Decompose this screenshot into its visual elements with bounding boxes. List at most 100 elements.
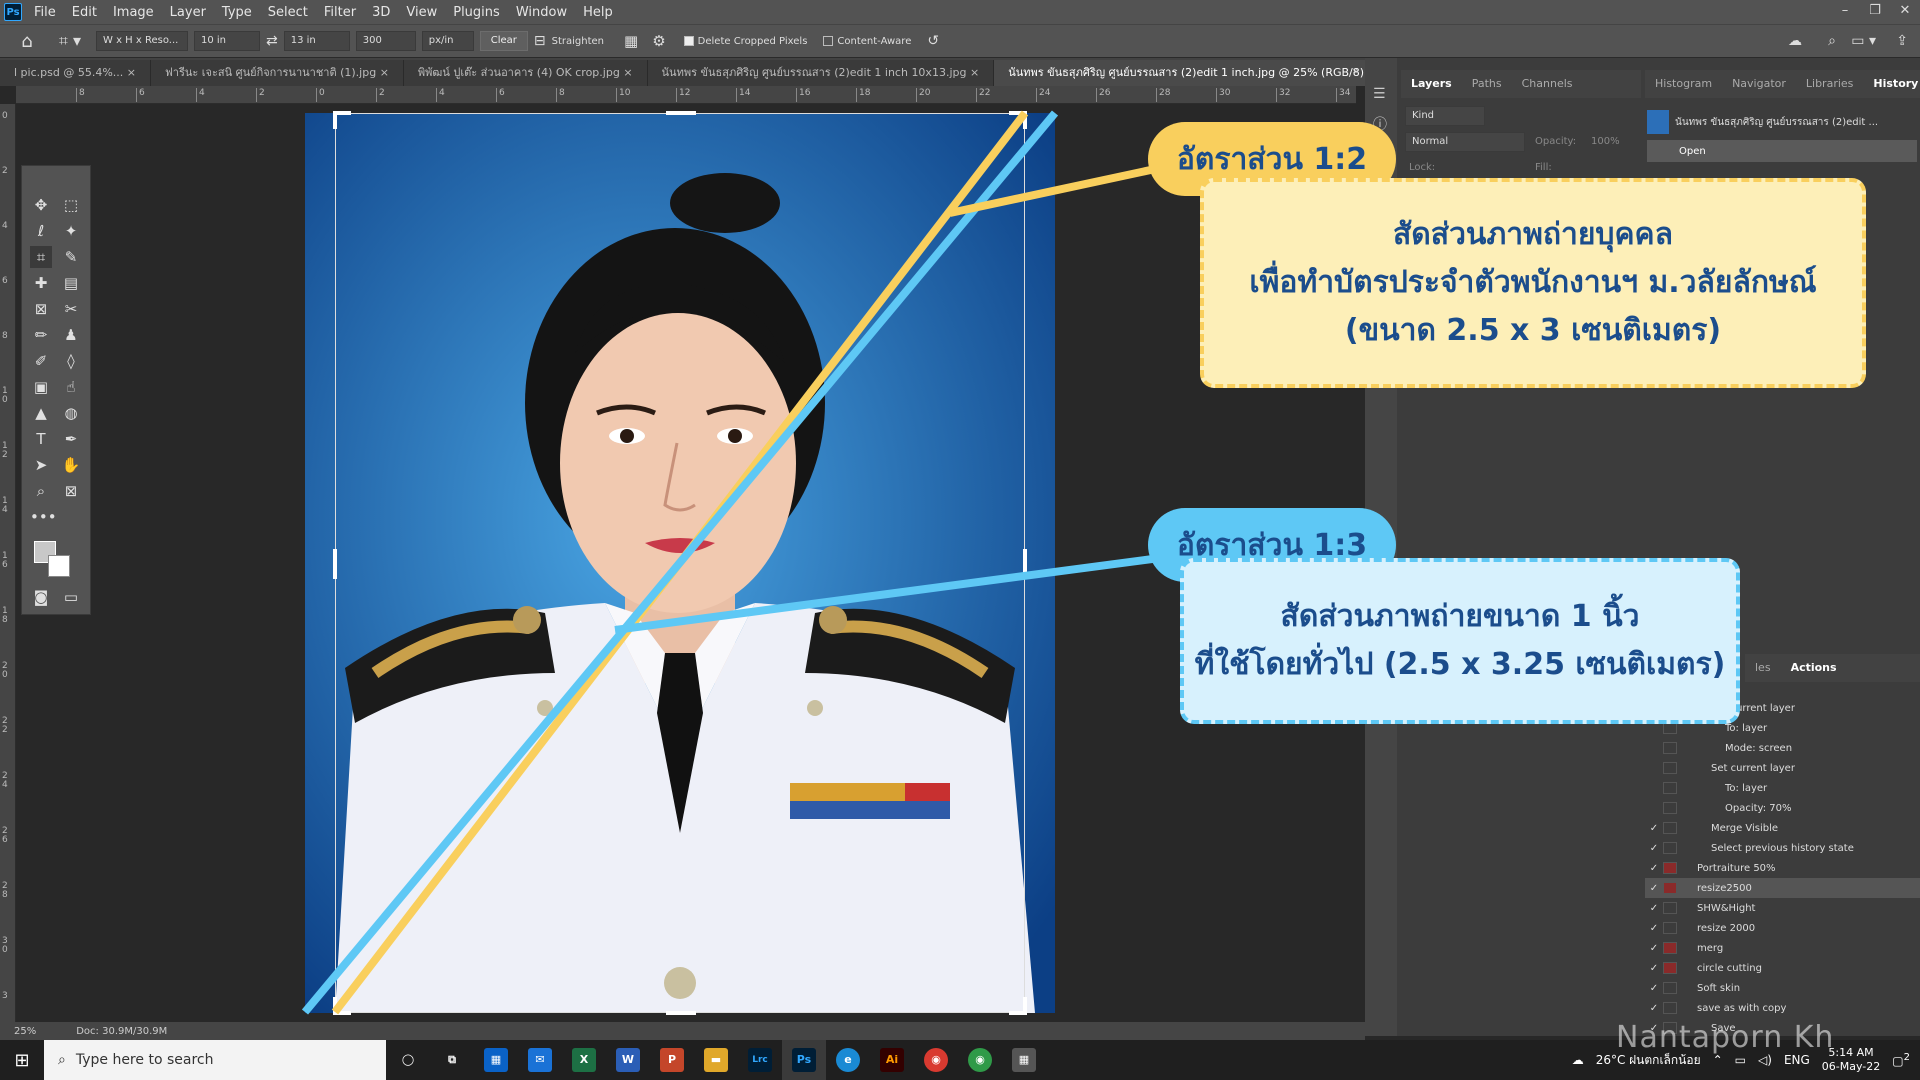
eraser-icon[interactable]: ◊ — [60, 350, 82, 372]
healing-brush-icon[interactable]: ✚ — [30, 272, 52, 294]
tab-paths[interactable]: Paths — [1462, 70, 1512, 98]
excel-icon[interactable]: X — [562, 1040, 606, 1080]
action-dialog-toggle-icon[interactable] — [1663, 962, 1677, 974]
rectangle-tool-icon[interactable]: ⊠ — [60, 480, 82, 502]
eyedropper-icon[interactable]: ✎ — [60, 246, 82, 268]
action-toggle-icon[interactable]: ✓ — [1645, 983, 1663, 994]
cortana-icon[interactable]: ◯ — [386, 1040, 430, 1080]
properties-icon[interactable]: ☰ — [1373, 86, 1386, 102]
background-color-swatch[interactable] — [48, 555, 70, 577]
notification-icon[interactable]: ▢2 — [1892, 1052, 1910, 1068]
lightroom-classic-icon[interactable]: Lrc — [738, 1040, 782, 1080]
action-toggle-icon[interactable]: ✓ — [1645, 823, 1663, 834]
patch-icon[interactable]: ▤ — [60, 272, 82, 294]
blend-mode-dropdown[interactable]: Normal — [1405, 132, 1525, 152]
tray-chevron-icon[interactable]: ⌃ — [1713, 1053, 1723, 1067]
language-indicator[interactable]: ENG — [1784, 1053, 1810, 1067]
move-tool-icon[interactable]: ✥ — [30, 194, 52, 216]
more-tools-icon[interactable]: ••• — [30, 506, 57, 528]
scissors-icon[interactable]: ✂ — [60, 298, 82, 320]
action-toggle-icon[interactable]: ✓ — [1645, 843, 1663, 854]
layer-kind-filter[interactable]: Kind — [1405, 106, 1485, 126]
action-dialog-toggle-icon[interactable] — [1663, 1002, 1677, 1014]
photoshop-taskbar-icon[interactable]: Ps — [782, 1040, 826, 1080]
action-toggle-icon[interactable]: ✓ — [1645, 1003, 1663, 1014]
lasso-tool-icon[interactable]: ℓ — [30, 220, 52, 242]
magic-wand-icon[interactable]: ✦ — [60, 220, 82, 242]
action-toggle-icon[interactable]: ✓ — [1645, 943, 1663, 954]
action-row[interactable]: ✓ merg — [1645, 938, 1920, 958]
action-dialog-toggle-icon[interactable] — [1663, 862, 1677, 874]
action-row[interactable]: Mode: screen — [1645, 738, 1920, 758]
brush-icon[interactable]: ✏ — [30, 324, 52, 346]
action-dialog-toggle-icon[interactable] — [1663, 922, 1677, 934]
type-tool-icon[interactable]: T — [30, 428, 52, 450]
action-toggle-icon[interactable]: ✓ — [1645, 863, 1663, 874]
action-dialog-toggle-icon[interactable] — [1663, 802, 1677, 814]
calculator-icon[interactable]: ▦ — [1002, 1040, 1046, 1080]
pen-tool-icon[interactable]: ✒ — [60, 428, 82, 450]
zoom-tool-icon[interactable]: ⌕ — [30, 480, 52, 502]
crop-tool-icon[interactable]: ⌗ — [30, 246, 52, 268]
action-row[interactable]: ✓ resize 2000 — [1645, 918, 1920, 938]
action-dialog-toggle-icon[interactable] — [1663, 822, 1677, 834]
action-row[interactable]: ✓ Select previous history state — [1645, 838, 1920, 858]
action-row[interactable]: ✓ Soft skin — [1645, 978, 1920, 998]
frame-tool-icon[interactable]: ⊠ — [30, 298, 52, 320]
history-item-open[interactable]: Open — [1647, 140, 1917, 162]
smudge-icon[interactable]: ☝ — [60, 376, 82, 398]
action-row[interactable]: ✓ resize2500 — [1645, 878, 1920, 898]
weather-icon[interactable]: ☁ — [1572, 1053, 1584, 1067]
word-icon[interactable]: W — [606, 1040, 650, 1080]
action-dialog-toggle-icon[interactable] — [1663, 882, 1677, 894]
marquee-tool-icon[interactable]: ⬚ — [60, 194, 82, 216]
action-toggle-icon[interactable]: ✓ — [1645, 963, 1663, 974]
action-toggle-icon[interactable]: ✓ — [1645, 923, 1663, 934]
history-snapshot[interactable]: นันทพร ขันธสุภศิริญ ศูนย์บรรณสาร (2)edit… — [1647, 108, 1917, 136]
tab-histogram[interactable]: Histogram — [1645, 70, 1722, 98]
mail-icon[interactable]: ✉ — [518, 1040, 562, 1080]
action-dialog-toggle-icon[interactable] — [1663, 742, 1677, 754]
action-row[interactable]: ✓ SHW&Hight — [1645, 898, 1920, 918]
action-row[interactable]: ✓ save as with copy — [1645, 998, 1920, 1018]
powerpoint-icon[interactable]: P — [650, 1040, 694, 1080]
blur-icon[interactable]: ▲ — [30, 402, 52, 424]
zoom-level[interactable]: 25% — [14, 1026, 36, 1037]
gradient-icon[interactable]: ▣ — [30, 376, 52, 398]
action-row[interactable]: Set current layer — [1645, 758, 1920, 778]
taskbar-search[interactable]: ⌕ Type here to search — [44, 1040, 386, 1080]
tab-actions[interactable]: Actions — [1781, 654, 1847, 682]
history-brush-icon[interactable]: ✐ — [30, 350, 52, 372]
tab-history[interactable]: History — [1863, 70, 1920, 98]
action-row[interactable]: Opacity: 70% — [1645, 798, 1920, 818]
tab-layers[interactable]: Layers — [1401, 70, 1462, 98]
action-dialog-toggle-icon[interactable] — [1663, 762, 1677, 774]
action-toggle-icon[interactable]: ✓ — [1645, 883, 1663, 894]
action-row[interactable]: ✓ Portraiture 50% — [1645, 858, 1920, 878]
task-view-icon[interactable]: ⧉ — [430, 1040, 474, 1080]
action-dialog-toggle-icon[interactable] — [1663, 942, 1677, 954]
action-toggle-icon[interactable]: ✓ — [1645, 903, 1663, 914]
action-dialog-toggle-icon[interactable] — [1663, 902, 1677, 914]
store-icon[interactable]: ▦ — [474, 1040, 518, 1080]
quick-mask-icon[interactable]: ◙ — [30, 586, 52, 608]
action-row[interactable]: ✓ Merge Visible — [1645, 818, 1920, 838]
opacity-value[interactable]: 100% — [1591, 136, 1620, 147]
illustrator-icon[interactable]: Ai — [870, 1040, 914, 1080]
hand-tool-icon[interactable]: ✋ — [60, 454, 82, 476]
tab-libraries[interactable]: Libraries — [1796, 70, 1864, 98]
windows-start-icon[interactable]: ⊞ — [0, 1040, 44, 1080]
chrome-icon[interactable]: ◉ — [914, 1040, 958, 1080]
edge-icon[interactable]: e — [826, 1040, 870, 1080]
sponge-icon[interactable]: ◍ — [60, 402, 82, 424]
tab-channels[interactable]: Channels — [1512, 70, 1583, 98]
tab-styles[interactable]: les — [1745, 654, 1781, 682]
volume-icon[interactable]: ◁) — [1758, 1053, 1772, 1067]
file-explorer-icon[interactable]: ▬ — [694, 1040, 738, 1080]
screen-mode-icon[interactable]: ▭ — [60, 586, 82, 608]
network-icon[interactable]: ▭ — [1735, 1053, 1746, 1067]
chrome-profile-icon[interactable]: ◉ — [958, 1040, 1002, 1080]
action-dialog-toggle-icon[interactable] — [1663, 982, 1677, 994]
action-row[interactable]: To: layer — [1645, 778, 1920, 798]
action-dialog-toggle-icon[interactable] — [1663, 842, 1677, 854]
